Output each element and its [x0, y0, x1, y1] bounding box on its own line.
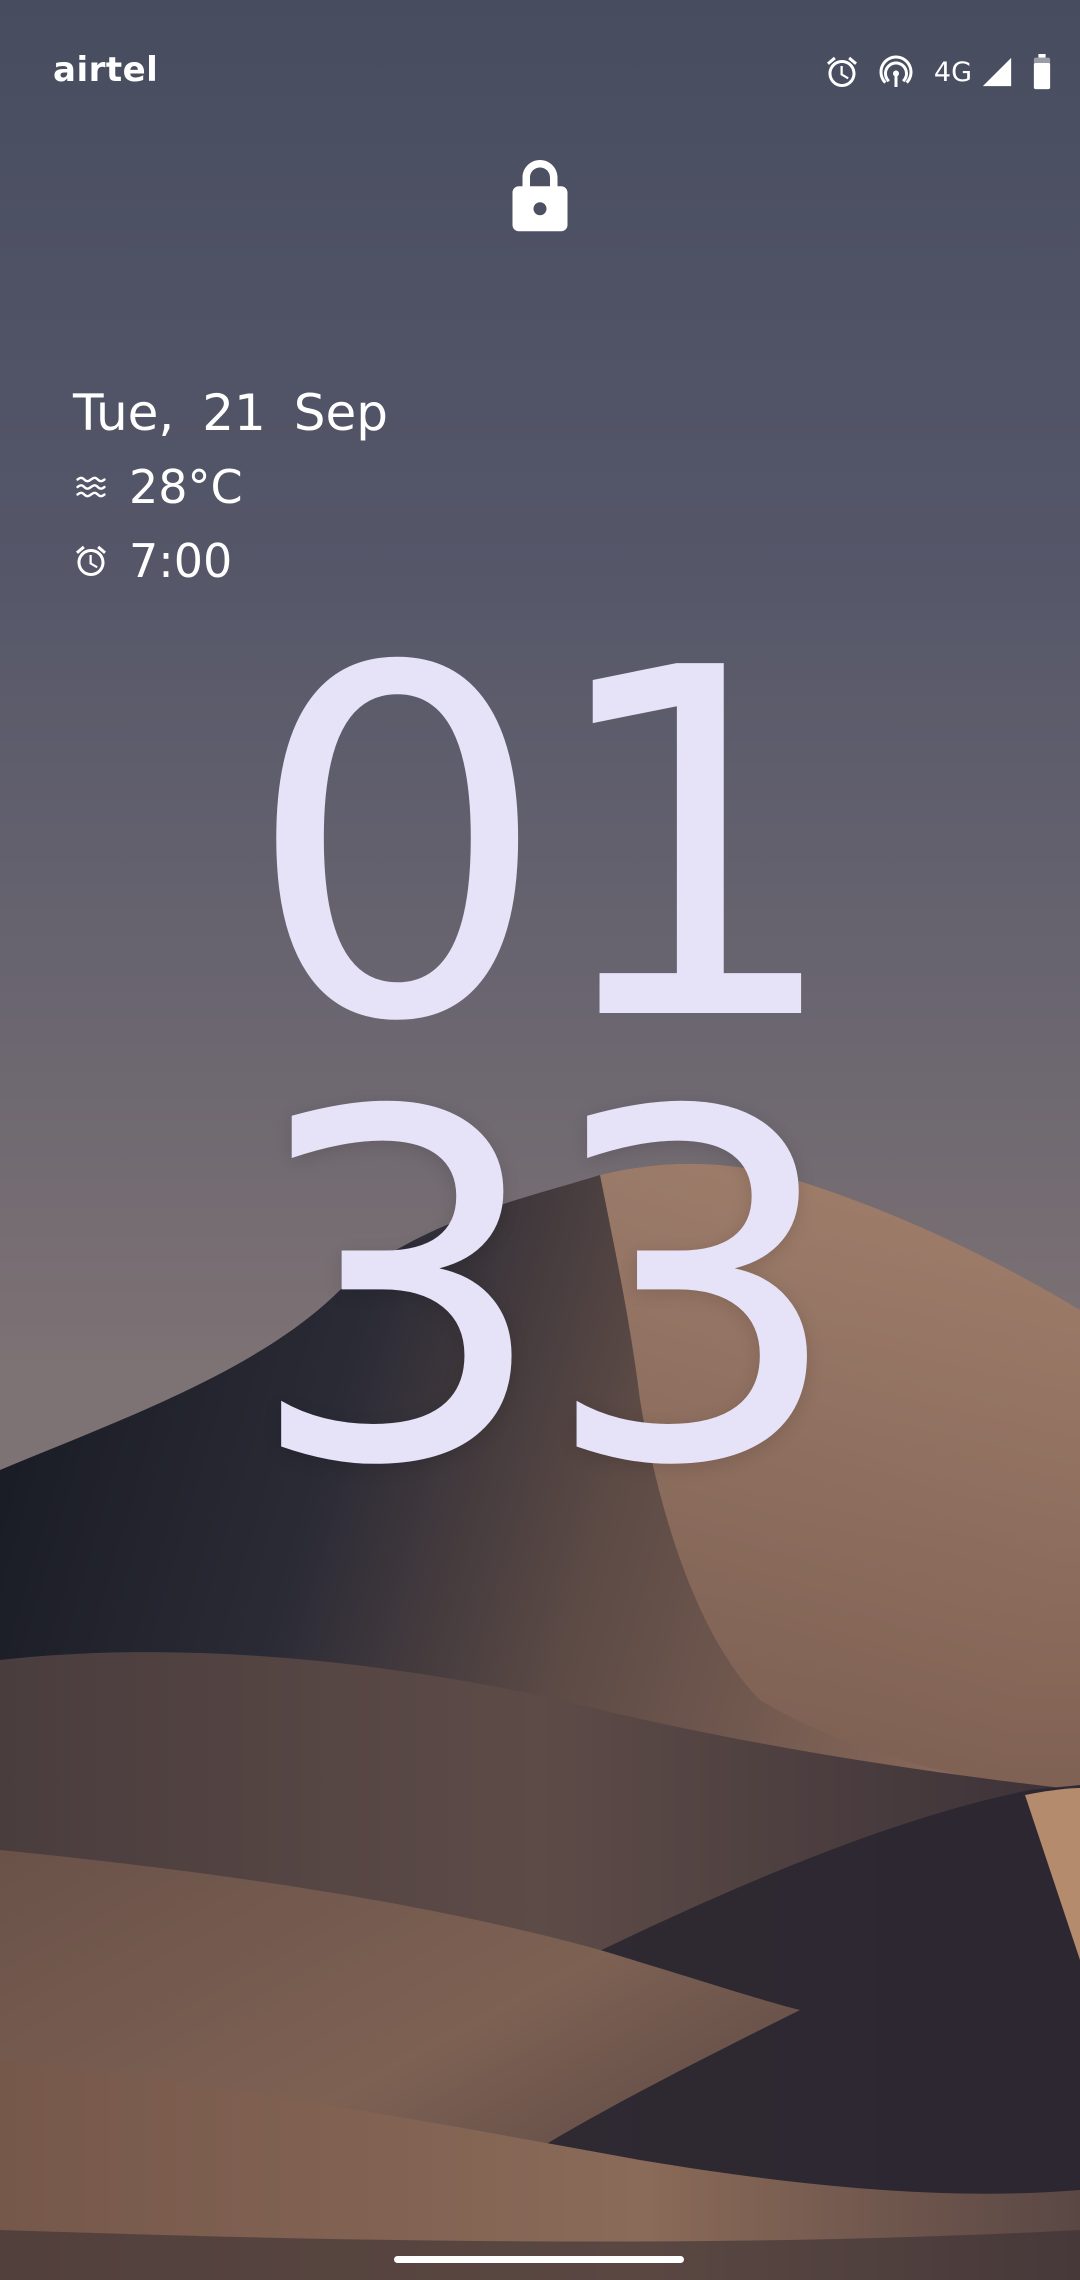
smartspace[interactable]: Tue, 21 Sep 28°C 7:00 [73, 383, 388, 591]
clock-minutes: 33 [244, 1012, 846, 1571]
home-gesture-bar[interactable] [394, 2256, 684, 2263]
network-type-label: 4G [933, 56, 972, 88]
status-icons: 4G [806, 52, 1052, 92]
hotspot-icon [879, 55, 913, 87]
alarm-icon [76, 545, 106, 576]
haze-icon [76, 476, 106, 498]
temperature-label: 28°C [129, 460, 243, 514]
alarm-time-label: 7:00 [129, 534, 233, 588]
weather-row[interactable]: 28°C [73, 457, 388, 517]
alarm-icon [826, 56, 857, 87]
signal-icon [982, 57, 1012, 87]
status-bar[interactable]: airtel 4G [0, 0, 1080, 150]
battery-icon [1033, 54, 1051, 90]
carrier-name: airtel [53, 50, 159, 90]
date-label[interactable]: Tue, 21 Sep [73, 383, 388, 443]
lock-icon[interactable] [510, 156, 570, 234]
